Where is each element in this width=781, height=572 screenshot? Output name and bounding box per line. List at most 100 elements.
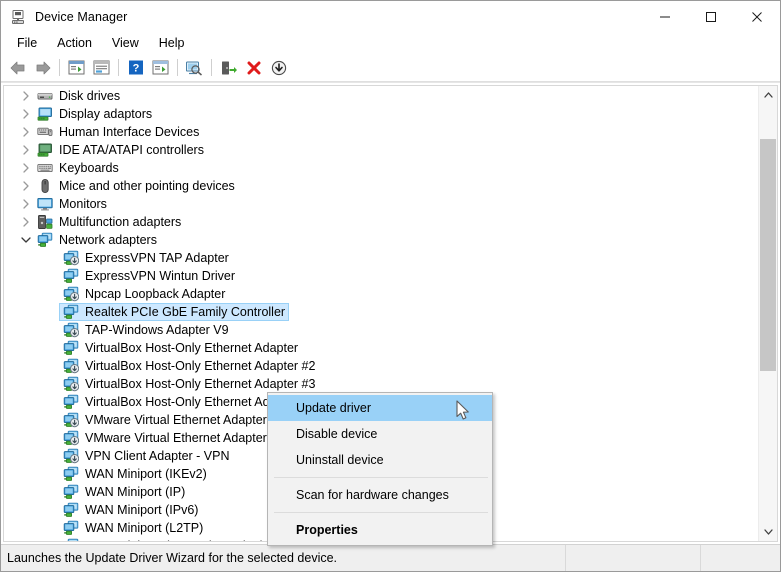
tree-row[interactable]: Realtek PCIe GbE Family Controller xyxy=(4,303,758,321)
chevron-down-icon[interactable] xyxy=(18,231,34,249)
forward-arrow-icon[interactable] xyxy=(30,56,55,79)
context-menu-item[interactable]: Update driver xyxy=(268,395,492,421)
content-area: Disk drives Display adaptors Human Interfa… xyxy=(1,82,780,546)
scroll-up-icon[interactable] xyxy=(759,86,777,104)
tree-row-label: Display adaptors xyxy=(59,107,153,121)
tree-row[interactable]: Monitors xyxy=(4,195,758,213)
network-device-icon xyxy=(63,268,79,284)
tree-row[interactable]: Disk drives xyxy=(4,87,758,105)
show-hide-console-tree-icon[interactable] xyxy=(64,56,89,79)
keyboard-icon xyxy=(37,160,53,176)
tree-row[interactable]: Mice and other pointing devices xyxy=(4,177,758,195)
chevron-right-icon[interactable] xyxy=(18,123,34,141)
context-menu-item[interactable]: Properties xyxy=(268,517,492,543)
show-hide-action-pane-icon[interactable] xyxy=(148,56,173,79)
chevron-right-icon[interactable] xyxy=(18,141,34,159)
window-title: Device Manager xyxy=(35,9,128,24)
tree-row[interactable]: VirtualBox Host-Only Ethernet Adapter xyxy=(4,339,758,357)
tree-row-content: VirtualBox Host-Only Ethernet Adapter #3 xyxy=(60,375,318,393)
menu-file[interactable]: File xyxy=(7,34,47,52)
multifunction-adapter-icon xyxy=(37,214,53,230)
scrollbar-thumb[interactable] xyxy=(760,139,776,371)
context-menu-item[interactable]: Scan for hardware changes xyxy=(268,482,492,508)
update-driver-icon[interactable] xyxy=(216,56,241,79)
tree-row-content: WAN Miniport (IP) xyxy=(60,483,188,501)
tree-row[interactable]: ExpressVPN TAP Adapter xyxy=(4,249,758,267)
context-menu-separator xyxy=(274,477,488,478)
tree-row-label: TAP-Windows Adapter V9 xyxy=(85,323,229,337)
tree-row-content: IDE ATA/ATAPI controllers xyxy=(34,141,207,159)
network-device-disabled-icon xyxy=(63,286,80,302)
chevron-right-icon[interactable] xyxy=(18,195,34,213)
chevron-right-icon[interactable] xyxy=(18,87,34,105)
tree-row[interactable]: IDE ATA/ATAPI controllers xyxy=(4,141,758,159)
network-device-icon xyxy=(63,394,79,410)
close-button[interactable] xyxy=(734,1,780,32)
back-arrow-icon[interactable] xyxy=(5,56,30,79)
properties-icon[interactable] xyxy=(89,56,114,79)
tree-row-content: WAN Miniport (IKEv2) xyxy=(60,465,210,483)
tree-row-label: ExpressVPN Wintun Driver xyxy=(85,269,236,283)
tree-row[interactable]: Keyboards xyxy=(4,159,758,177)
chevron-right-icon[interactable] xyxy=(18,159,34,177)
tree-row[interactable]: Display adaptors xyxy=(4,105,758,123)
menu-action[interactable]: Action xyxy=(47,34,102,52)
network-device-disabled-icon xyxy=(63,376,80,392)
device-manager-icon xyxy=(10,9,26,25)
network-device-icon xyxy=(63,520,79,536)
tree-row[interactable]: TAP-Windows Adapter V9 xyxy=(4,321,758,339)
tree-row-label: WAN Miniport (IKEv2) xyxy=(85,467,207,481)
menu-view[interactable]: View xyxy=(102,34,149,52)
maximize-button[interactable] xyxy=(688,1,734,32)
tree-row[interactable]: VirtualBox Host-Only Ethernet Adapter #2 xyxy=(4,357,758,375)
vertical-scrollbar[interactable] xyxy=(758,86,777,541)
ide-controller-icon xyxy=(37,142,53,158)
tree-row-label: Network adapters xyxy=(59,233,157,247)
tree-row[interactable]: ExpressVPN Wintun Driver xyxy=(4,267,758,285)
network-device-icon xyxy=(63,538,79,541)
tree-row-content: ExpressVPN Wintun Driver xyxy=(60,267,238,285)
tree-row[interactable]: Network adapters xyxy=(4,231,758,249)
help-icon[interactable]: ? xyxy=(123,56,148,79)
uninstall-device-icon[interactable] xyxy=(241,56,266,79)
tree-row-content: Realtek PCIe GbE Family Controller xyxy=(59,303,290,321)
context-menu-item[interactable]: Uninstall device xyxy=(268,447,492,473)
network-adapter-icon xyxy=(37,232,53,248)
tree-row-content: Human Interface Devices xyxy=(34,123,202,141)
tree-row-label: WAN Miniport (IPv6) xyxy=(85,503,199,517)
tree-row-content: VirtualBox Host-Only Ethernet Adapter #2 xyxy=(60,357,318,375)
scan-for-hardware-changes-icon[interactable] xyxy=(182,56,207,79)
network-device-icon xyxy=(63,484,79,500)
scroll-down-icon[interactable] xyxy=(759,523,777,541)
chevron-right-icon[interactable] xyxy=(18,177,34,195)
status-pane-3 xyxy=(700,545,780,571)
context-menu[interactable]: Update driver Disable device Uninstall dev… xyxy=(267,392,493,546)
disable-device-icon[interactable] xyxy=(266,56,291,79)
chevron-right-icon[interactable] xyxy=(18,105,34,123)
network-device-disabled-icon xyxy=(63,430,80,446)
tree-row[interactable]: Multifunction adapters xyxy=(4,213,758,231)
tree-row-content: Keyboards xyxy=(34,159,122,177)
tree-row[interactable]: Npcap Loopback Adapter xyxy=(4,285,758,303)
status-text: Launches the Update Driver Wizard for th… xyxy=(7,551,338,565)
tree-row-label: VirtualBox Host-Only Ethernet Adapter #2 xyxy=(85,359,316,373)
tree-row-content: WAN Miniport (Network Monitor) xyxy=(60,537,267,541)
chevron-right-icon[interactable] xyxy=(18,213,34,231)
toolbar-separator-2 xyxy=(118,59,119,76)
menu-help[interactable]: Help xyxy=(149,34,195,52)
menu-bar: File Action View Help xyxy=(1,32,780,54)
minimize-button[interactable] xyxy=(642,1,688,32)
tree-row[interactable]: VirtualBox Host-Only Ethernet Adapter #3 xyxy=(4,375,758,393)
tree-row[interactable]: Human Interface Devices xyxy=(4,123,758,141)
context-menu-item[interactable]: Disable device xyxy=(268,421,492,447)
tree-row-content: VirtualBox Host-Only Ethernet Adapter xyxy=(60,339,301,357)
